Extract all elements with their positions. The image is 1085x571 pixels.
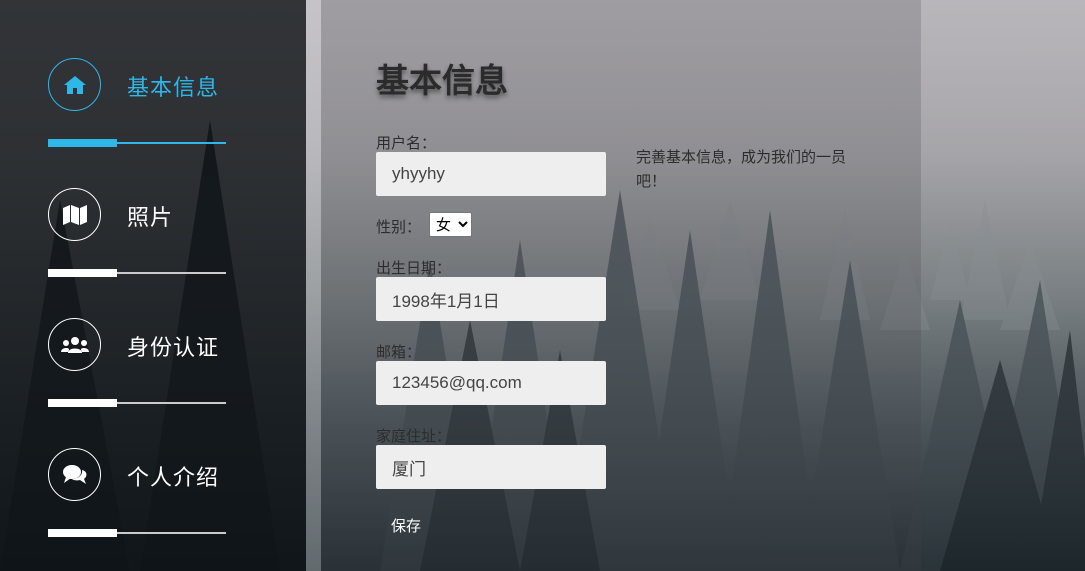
users-icon [48,318,101,371]
username-label: 用户名： [376,134,437,152]
sidebar-item-introduction[interactable]: 个人介绍 [48,448,308,558]
sidebar-item-label: 照片 [127,206,174,231]
basic-info-panel: 基本信息 用户名： 性别： 女 出生日期： 邮箱： 家庭住址： 保存 完善基本信… [321,0,921,571]
email-input[interactable] [376,361,606,405]
page-title: 基本信息 [376,61,508,100]
sidebar-item-basic-info[interactable]: 基本信息 [48,58,308,168]
birthday-input[interactable] [376,277,606,321]
home-icon [48,58,101,111]
hint-text: 完善基本信息，成为我们的一员吧！ [636,148,847,190]
sidebar-item-label: 个人介绍 [127,466,220,491]
gender-select[interactable]: 女 [429,212,472,237]
progress-track [48,399,226,407]
save-button[interactable]: 保存 [376,510,436,540]
progress-track [48,269,226,277]
sidebar-divider [306,0,321,571]
address-label: 家庭住址： [376,427,452,445]
sidebar-item-photos[interactable]: 照片 [48,188,308,298]
progress-fill [48,139,117,147]
sidebar: 基本信息 照片 身份认证 个人介绍 [0,0,306,571]
gender-label: 性别： [376,218,422,236]
map-icon [48,188,101,241]
email-label: 邮箱： [376,343,422,361]
progress-fill [48,269,117,277]
progress-fill [48,399,117,407]
progress-fill [48,529,117,537]
comments-icon [48,448,101,501]
progress-track [48,529,226,537]
sidebar-item-identity[interactable]: 身份认证 [48,318,308,428]
sidebar-item-label: 基本信息 [127,76,220,101]
birthday-label: 出生日期： [376,259,452,277]
username-input[interactable] [376,152,606,196]
progress-track [48,139,226,147]
sidebar-item-label: 身份认证 [127,336,220,361]
address-input[interactable] [376,445,606,489]
